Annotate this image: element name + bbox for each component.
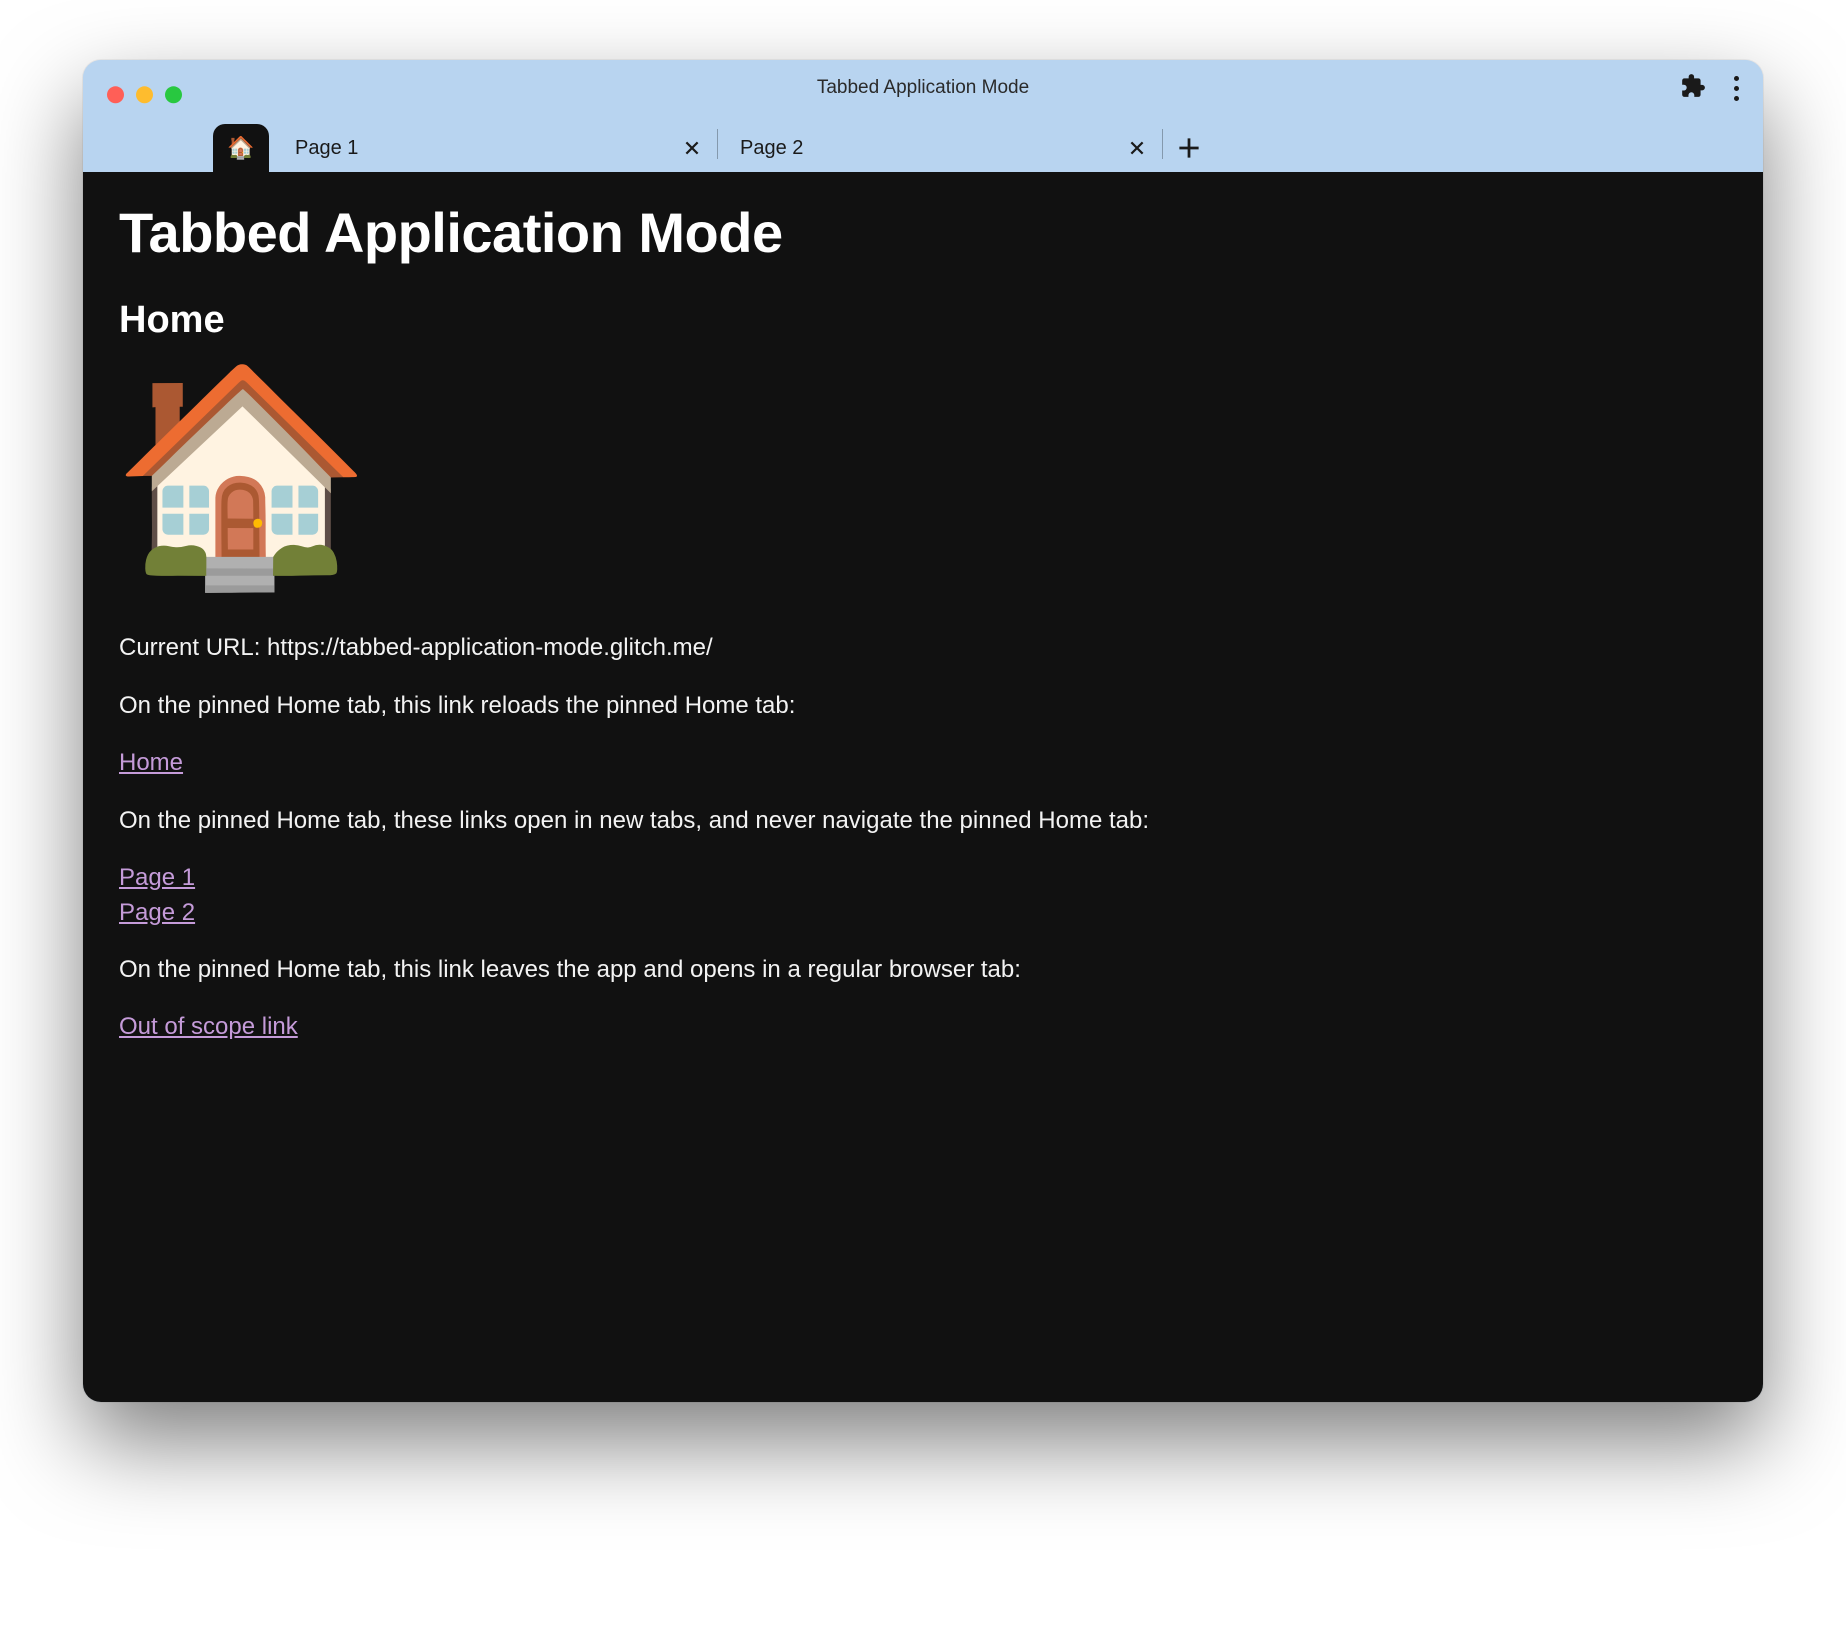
window-title: Tabbed Application Mode xyxy=(83,77,1763,99)
current-url-label: Current URL: xyxy=(119,634,267,661)
close-window-button[interactable] xyxy=(107,86,124,103)
current-url-line: Current URL: https://tabbed-application-… xyxy=(119,630,1727,666)
extensions-icon[interactable] xyxy=(1680,73,1706,104)
minimize-window-button[interactable] xyxy=(136,86,153,103)
link-page-1[interactable]: Page 1 xyxy=(119,861,1727,896)
paragraph-newtabs: On the pinned Home tab, these links open… xyxy=(119,803,1727,839)
menu-button[interactable] xyxy=(1730,72,1743,105)
window-controls xyxy=(107,86,182,103)
page-subtitle: Home xyxy=(119,299,1727,342)
house-icon: 🏠 xyxy=(111,370,1727,580)
fullscreen-window-button[interactable] xyxy=(165,86,182,103)
new-tab-button[interactable] xyxy=(1165,124,1213,172)
titlebar: Tabbed Application Mode xyxy=(83,60,1763,116)
link-out-of-scope[interactable]: Out of scope link xyxy=(119,1010,1727,1045)
tab-strip: 🏠 Page 1 Page 2 xyxy=(83,116,1763,172)
tab-label: Page 1 xyxy=(295,137,683,160)
home-icon: 🏠 xyxy=(227,135,254,161)
paragraph-outofscope: On the pinned Home tab, this link leaves… xyxy=(119,952,1727,988)
link-home[interactable]: Home xyxy=(119,746,1727,781)
tab-label: Page 2 xyxy=(740,137,1128,160)
app-window: Tabbed Application Mode 🏠 Page 1 Page 2 xyxy=(83,60,1763,1402)
pinned-home-tab[interactable]: 🏠 xyxy=(213,124,269,172)
tab-page-1[interactable]: Page 1 xyxy=(275,124,715,172)
close-icon[interactable] xyxy=(1128,139,1146,157)
close-icon[interactable] xyxy=(683,139,701,157)
current-url-value: https://tabbed-application-mode.glitch.m… xyxy=(267,634,713,661)
tab-separator xyxy=(717,129,718,159)
link-page-2[interactable]: Page 2 xyxy=(119,896,1727,931)
tab-separator xyxy=(1162,129,1163,159)
page-title: Tabbed Application Mode xyxy=(119,200,1727,265)
page-content: Tabbed Application Mode Home 🏠 Current U… xyxy=(83,172,1763,1402)
tab-page-2[interactable]: Page 2 xyxy=(720,124,1160,172)
paragraph-home: On the pinned Home tab, this link reload… xyxy=(119,688,1727,724)
